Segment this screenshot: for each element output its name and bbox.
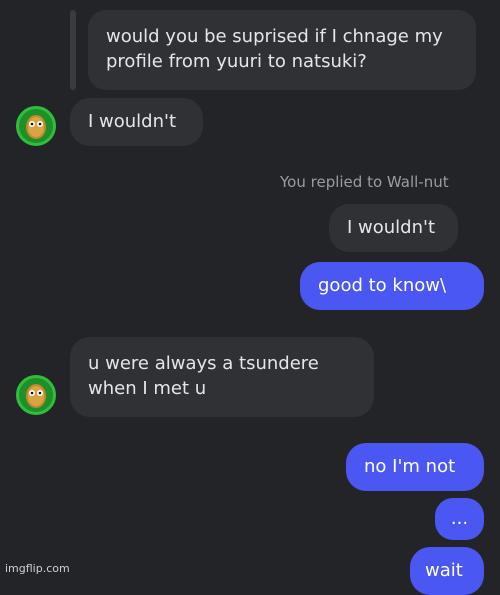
incoming-message-text: I wouldn't [88,111,177,132]
outgoing-message-text: good to know\ [318,275,447,296]
incoming-message[interactable]: u were always a tsundere when I met u [70,337,374,417]
reply-quote-bar [70,10,76,90]
outgoing-message[interactable]: ... [435,498,484,540]
reply-notice: You replied to Wall-nut [280,173,449,191]
outgoing-message[interactable]: wait [410,547,484,595]
wall-nut-avatar-icon[interactable] [16,375,56,415]
incoming-message[interactable]: I wouldn't [70,98,203,146]
outgoing-message[interactable]: no I'm not [346,443,484,491]
replied-quote-text: I wouldn't [347,217,436,238]
replied-quote-bubble[interactable]: I wouldn't [329,204,458,252]
outgoing-message-text: ... [450,508,469,529]
incoming-message-line1: u were always a tsundere [88,353,319,374]
quoted-message-line1: would you be suprised if I chnage my [106,26,443,47]
wall-nut-avatar-icon[interactable] [16,106,56,146]
quoted-message-line2: profile from yuuri to natsuki? [106,51,367,72]
quoted-message-bubble[interactable]: would you be suprised if I chnage my pro… [88,10,476,90]
outgoing-message[interactable]: good to know\ [300,262,484,310]
imgflip-watermark: imgflip.com [5,562,70,575]
outgoing-message-text: no I'm not [364,456,456,477]
incoming-message-line2: when I met u [88,378,207,399]
